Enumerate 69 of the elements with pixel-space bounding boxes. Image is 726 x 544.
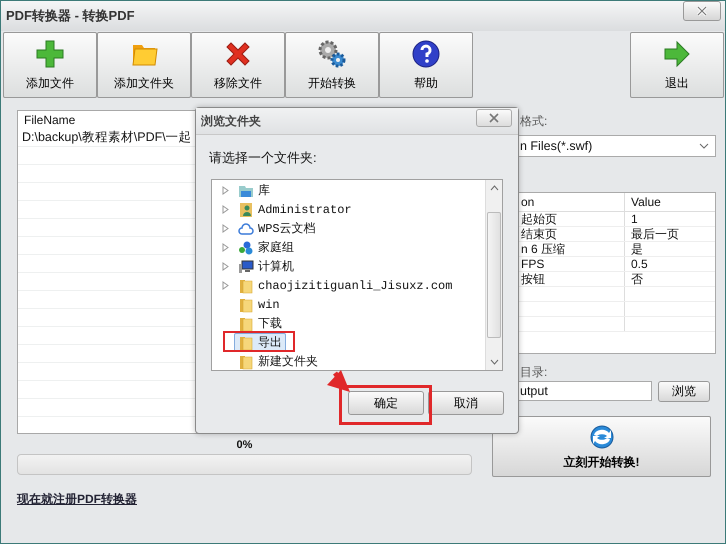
close-button[interactable] bbox=[683, 1, 721, 21]
toolbar-button[interactable]: 添加文件 bbox=[3, 32, 97, 98]
cancel-button[interactable]: 取消 bbox=[428, 391, 504, 415]
register-link[interactable]: 现在就注册PDF转换器 bbox=[17, 491, 137, 508]
chevron-down-icon bbox=[699, 143, 709, 149]
folder-item[interactable]: 计算机 bbox=[234, 257, 298, 276]
help-icon bbox=[411, 38, 441, 68]
close-icon bbox=[696, 5, 708, 17]
toolbar-button[interactable]: 开始转换 bbox=[285, 32, 379, 98]
value-cell: 最后一页 bbox=[631, 227, 679, 241]
computer-icon bbox=[238, 258, 254, 274]
folder-item[interactable]: win bbox=[234, 295, 284, 314]
folder-item[interactable]: 下载 bbox=[234, 314, 286, 333]
gears-icon bbox=[317, 38, 347, 68]
scrollbar[interactable] bbox=[485, 180, 502, 370]
network-icon bbox=[238, 240, 254, 256]
folder-item[interactable]: 新建文件夹 bbox=[234, 352, 322, 371]
column-header: Value bbox=[631, 195, 661, 209]
value-cell: 否 bbox=[631, 272, 643, 286]
expand-icon[interactable] bbox=[222, 281, 229, 290]
option-cell: 起始页 bbox=[521, 212, 557, 226]
progress-reading: 0% bbox=[236, 439, 252, 451]
folder-icon bbox=[238, 354, 254, 370]
expand-icon[interactable] bbox=[222, 262, 229, 271]
folder-icon bbox=[238, 296, 254, 312]
dialog-title: 浏览文件夹 bbox=[201, 112, 261, 130]
highlight-frame bbox=[223, 331, 295, 352]
convert-button[interactable]: 立刻开始转换! bbox=[492, 416, 711, 477]
folder-item[interactable]: Administrator bbox=[234, 200, 356, 219]
folder-item[interactable]: 库 bbox=[234, 181, 274, 200]
output-label: 目录: bbox=[520, 365, 548, 379]
option-cell: n 6 压缩 bbox=[521, 242, 566, 256]
format-label: 格式: bbox=[520, 114, 548, 128]
value-cell: 是 bbox=[631, 242, 643, 256]
file-path: D:\backup\教程素材\PDF\一起 bbox=[22, 130, 192, 144]
option-cell: 按钮 bbox=[521, 272, 545, 286]
arrow-right-icon bbox=[662, 38, 692, 68]
expand-icon[interactable] bbox=[222, 205, 229, 214]
toolbar-button[interactable]: 添加文件夹 bbox=[97, 32, 191, 98]
value-cell: 1 bbox=[631, 212, 638, 226]
expand-icon[interactable] bbox=[222, 224, 229, 233]
ok-button[interactable]: 确定 bbox=[348, 391, 424, 415]
toolbar-button[interactable]: 帮助 bbox=[379, 32, 473, 98]
user-icon bbox=[238, 202, 254, 218]
folder-icon bbox=[238, 278, 254, 294]
value-cell: 0.5 bbox=[631, 257, 648, 271]
arrow bbox=[327, 370, 350, 392]
folder-item[interactable]: 家庭组 bbox=[234, 238, 298, 257]
option-cell: 结束页 bbox=[521, 227, 557, 241]
option-cell: FPS bbox=[521, 257, 544, 271]
scroll-down-icon[interactable] bbox=[490, 359, 498, 365]
expand-icon[interactable] bbox=[222, 186, 229, 195]
plus-icon bbox=[35, 38, 65, 68]
expand-icon[interactable] bbox=[222, 243, 229, 252]
dialog-prompt: 请选择一个文件夹: bbox=[209, 150, 317, 165]
folder-icon bbox=[238, 334, 254, 350]
folder-item[interactable]: chaojizitiguanli_Jisuxz.com bbox=[234, 276, 456, 295]
close-button[interactable] bbox=[476, 109, 512, 127]
column-header: on bbox=[521, 195, 534, 209]
cloud-icon bbox=[238, 220, 254, 236]
exit-button[interactable]: 退出 bbox=[630, 32, 724, 98]
column-header: FileName bbox=[24, 113, 76, 127]
folder-icon bbox=[238, 316, 254, 332]
toolbar-button[interactable]: 移除文件 bbox=[191, 32, 285, 98]
folder-item[interactable]: WPS云文档 bbox=[234, 219, 320, 238]
scroll-up-icon[interactable] bbox=[490, 185, 498, 191]
close-icon bbox=[488, 112, 500, 124]
browse-button[interactable]: 浏览 bbox=[658, 381, 710, 402]
window-title: PDF转换器 - 转换PDF bbox=[6, 7, 135, 25]
